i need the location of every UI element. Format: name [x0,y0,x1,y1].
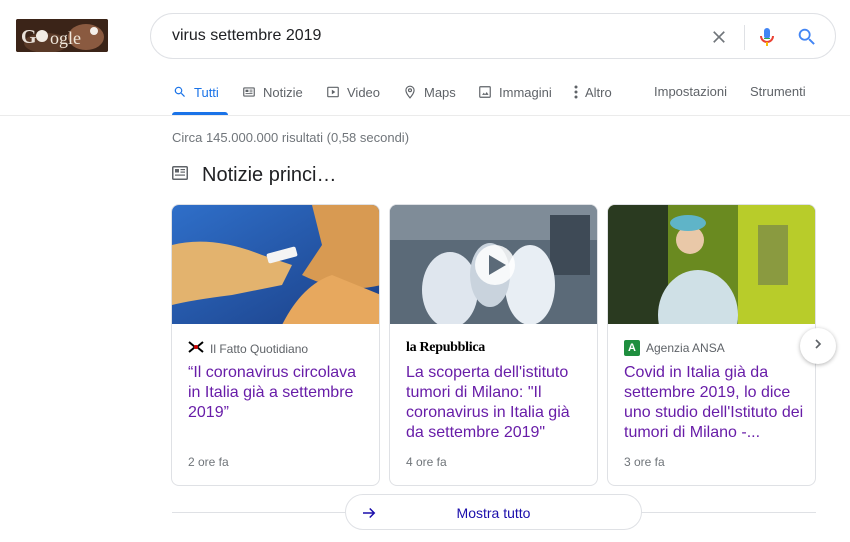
header-divider [0,115,850,116]
tab-notizie[interactable]: Notizie [241,84,303,100]
search-icon[interactable] [795,25,819,49]
search-tabs: Tutti Notizie Video Maps Immagini Altro … [0,76,850,116]
video-icon [325,84,341,100]
ansa-logo-icon: A [624,340,640,356]
news-icon [172,166,188,185]
news-source-name: la Repubblica [406,340,485,355]
news-card[interactable]: la Repubblica La scoperta dell'istituto … [389,204,598,486]
show-all-label: Mostra tutto [456,505,531,521]
tab-label: Strumenti [750,84,806,99]
news-card[interactable]: Il Fatto Quotidiano “Il coronavirus circ… [171,204,380,486]
news-source-name: Il Fatto Quotidiano [210,341,309,356]
news-card[interactable]: A Agenzia ANSA Covid in Italia già da se… [607,204,816,486]
top-stories-title: Notizie princi… [202,164,337,186]
news-source: Il Fatto Quotidiano [188,340,308,357]
search-query-text[interactable]: virus settembre 2019 [172,27,321,45]
il-fatto-logo-icon [188,340,204,357]
news-time: 3 ore fa [624,455,665,469]
tab-label: Immagini [499,84,552,100]
news-headline[interactable]: La scoperta dell'istituto tumori di Mila… [406,363,586,443]
more-vert-icon [573,84,579,100]
clear-icon[interactable] [707,25,731,49]
search-icon [172,84,188,100]
search-results-page: G ogle virus settembre 2019 Tutti Notizi… [0,0,850,542]
tab-label: Video [347,84,381,100]
tab-tutti[interactable]: Tutti [172,84,219,100]
top-stories-header: Notizie princi… [172,164,336,187]
news-icon [241,84,257,100]
news-thumbnail [390,205,597,328]
news-thumbnail [172,205,379,325]
tab-label: Impostazioni [654,84,727,99]
show-all-button[interactable]: Mostra tutto [345,494,642,530]
news-source: la Repubblica [406,340,485,356]
news-time: 2 ore fa [188,455,229,469]
search-box[interactable]: virus settembre 2019 [150,13,836,59]
tab-label: Notizie [263,84,303,100]
map-pin-icon [402,84,418,100]
svg-text:G: G [21,26,37,48]
chevron-right-icon [810,336,826,357]
news-time: 4 ore fa [406,455,447,469]
news-thumbnail [608,205,815,360]
search-box-divider [744,25,745,50]
news-source: A Agenzia ANSA [624,340,725,356]
news-source-name: Agenzia ANSA [646,341,725,355]
microphone-icon[interactable] [755,25,779,49]
tab-maps[interactable]: Maps [402,84,456,100]
tab-altro[interactable]: Altro [573,84,612,100]
carousel-next-button[interactable] [800,328,836,364]
tab-video[interactable]: Video [325,84,380,100]
tab-label: Tutti [194,84,219,100]
news-headline[interactable]: Covid in Italia già da settembre 2019, l… [624,363,804,443]
tab-label: Altro [585,84,612,100]
tab-label: Maps [424,84,456,100]
tab-immagini[interactable]: Immagini [477,84,552,100]
image-icon [477,84,493,100]
news-headline[interactable]: “Il coronavirus circolava in Italia già … [188,363,368,423]
tab-impostazioni[interactable]: Impostazioni [654,84,727,99]
google-doodle-logo[interactable]: G ogle [16,19,108,52]
svg-text:ogle: ogle [50,28,81,48]
tab-strumenti[interactable]: Strumenti [750,84,806,99]
result-stats: Circa 145.000.000 risultati (0,58 second… [172,130,410,145]
